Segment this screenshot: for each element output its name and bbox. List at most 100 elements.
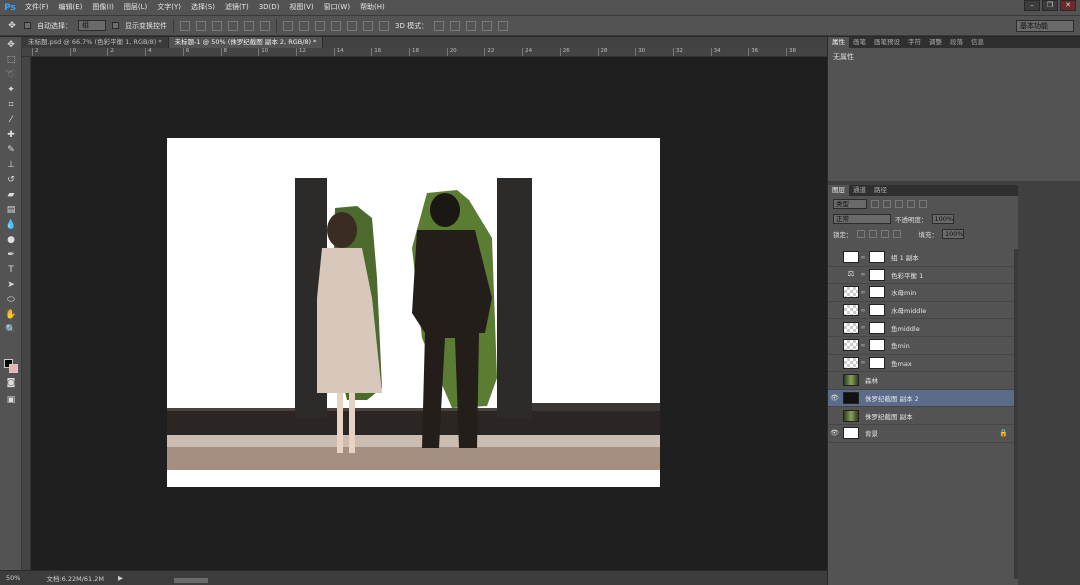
marquee-tool-icon[interactable]: ⬚ bbox=[0, 52, 22, 67]
auto-select-dropdown[interactable]: 组 bbox=[78, 20, 106, 31]
pan-3d-icon[interactable] bbox=[466, 20, 477, 31]
close-button[interactable]: ✕ bbox=[1060, 0, 1076, 11]
layer-row[interactable]: ∞ 水母min bbox=[828, 284, 1014, 302]
layer-thumbnail[interactable]: ⚖ bbox=[843, 269, 859, 281]
menu-item[interactable]: 滤镜(T) bbox=[220, 0, 254, 15]
layer-row[interactable]: 侏罗纪截图 副本 bbox=[828, 407, 1014, 425]
mask-link-icon[interactable]: ∞ bbox=[859, 324, 867, 331]
zoom-tool-icon[interactable]: 🔍 bbox=[0, 322, 22, 337]
doc-size-info[interactable]: 文档:6.22M/61.2M bbox=[46, 573, 104, 583]
distribute-center-icon[interactable] bbox=[347, 20, 357, 31]
layer-row[interactable]: ∞ 水母middle bbox=[828, 301, 1014, 320]
align-right-icon[interactable] bbox=[260, 20, 270, 31]
show-transform-checkbox[interactable] bbox=[112, 22, 119, 29]
panel-tab[interactable]: 字符 bbox=[904, 37, 925, 48]
auto-align-icon[interactable] bbox=[379, 20, 389, 31]
mask-link-icon[interactable]: ∞ bbox=[859, 307, 867, 314]
background-color-swatch[interactable] bbox=[9, 364, 18, 373]
layer-row[interactable]: ∞ 鱼max bbox=[828, 354, 1014, 373]
opacity-field[interactable]: 100% bbox=[931, 213, 954, 224]
auto-select-checkbox[interactable] bbox=[24, 22, 31, 29]
path-select-tool-icon[interactable]: ➤ bbox=[0, 277, 22, 292]
layer-mask-thumbnail[interactable] bbox=[869, 286, 885, 299]
mask-link-icon[interactable]: ∞ bbox=[859, 289, 867, 296]
align-center-icon[interactable] bbox=[244, 20, 254, 31]
menu-item[interactable]: 图像(I) bbox=[87, 0, 119, 15]
filter-type-icon[interactable] bbox=[895, 199, 903, 208]
menu-item[interactable]: 图层(L) bbox=[119, 0, 152, 15]
distribute-middle-icon[interactable] bbox=[299, 20, 309, 31]
menu-item[interactable]: 3D(D) bbox=[254, 0, 285, 15]
fill-field[interactable]: 100% bbox=[942, 228, 964, 239]
layer-mask-thumbnail[interactable] bbox=[869, 356, 885, 369]
move-tool-icon[interactable]: ✥ bbox=[6, 18, 18, 33]
panel-tab[interactable]: 段落 bbox=[946, 37, 967, 48]
panel-tab[interactable]: 路径 bbox=[870, 185, 891, 196]
menu-item[interactable]: 文字(Y) bbox=[152, 0, 186, 15]
hand-tool-icon[interactable]: ✋ bbox=[0, 307, 22, 322]
filter-shape-icon[interactable] bbox=[907, 199, 915, 208]
mask-link-icon[interactable]: ∞ bbox=[859, 254, 867, 261]
layer-row[interactable]: 森林 bbox=[828, 372, 1014, 390]
layer-row[interactable]: 👁 背景 🔒 bbox=[828, 424, 1014, 443]
blend-mode-dropdown[interactable]: 正常 bbox=[833, 213, 891, 224]
lock-transparent-icon[interactable] bbox=[856, 229, 865, 238]
canvas-area[interactable] bbox=[31, 57, 827, 570]
crop-tool-icon[interactable]: ⌗ bbox=[0, 97, 22, 112]
gradient-tool-icon[interactable]: ▤ bbox=[0, 202, 22, 217]
pen-tool-icon[interactable]: ✒ bbox=[0, 247, 22, 262]
move-tool-icon[interactable]: ✥ bbox=[0, 37, 22, 52]
status-arrow-icon[interactable]: ▶ bbox=[118, 574, 123, 582]
panel-tab[interactable]: 通道 bbox=[849, 185, 870, 196]
roll-3d-icon[interactable] bbox=[450, 20, 461, 31]
quick-mask-icon[interactable]: ◙ bbox=[0, 375, 22, 390]
distribute-left-icon[interactable] bbox=[331, 20, 341, 31]
menu-item[interactable]: 窗口(W) bbox=[319, 0, 355, 15]
align-middle-icon[interactable] bbox=[196, 20, 206, 31]
type-tool-icon[interactable]: T bbox=[0, 262, 22, 277]
visibility-eye-icon[interactable]: 👁 bbox=[828, 429, 841, 437]
lock-position-icon[interactable] bbox=[880, 229, 889, 238]
layer-thumbnail[interactable] bbox=[843, 392, 859, 405]
layer-thumbnail[interactable] bbox=[843, 356, 859, 369]
panel-tab[interactable]: 信息 bbox=[967, 37, 988, 48]
document-tab[interactable]: 未标题.psd @ 66.7% (色彩平衡 1, RGB/8) * bbox=[22, 37, 169, 48]
filter-kind-dropdown[interactable]: 类型 bbox=[833, 198, 867, 209]
visibility-eye-icon[interactable]: 👁 bbox=[828, 394, 841, 402]
menu-item[interactable]: 文件(F) bbox=[20, 0, 54, 15]
distribute-right-icon[interactable] bbox=[363, 20, 373, 31]
filter-smart-icon[interactable] bbox=[919, 199, 927, 208]
menu-item[interactable]: 编辑(E) bbox=[54, 0, 88, 15]
horizontal-scrollbar[interactable] bbox=[174, 578, 208, 583]
layers-scrollbar[interactable] bbox=[1014, 249, 1018, 579]
panel-tab[interactable]: 画笔预设 bbox=[870, 37, 904, 48]
scale-3d-icon[interactable] bbox=[498, 20, 509, 31]
slide-3d-icon[interactable] bbox=[482, 20, 493, 31]
lock-pixels-icon[interactable] bbox=[868, 229, 877, 238]
align-top-icon[interactable] bbox=[180, 20, 190, 31]
eyedropper-tool-icon[interactable]: ⁄ bbox=[0, 112, 22, 127]
mask-link-icon[interactable]: ∞ bbox=[859, 359, 867, 366]
layer-row[interactable]: ∞ 组 1 副本 bbox=[828, 249, 1014, 267]
screen-mode-icon[interactable]: ▣ bbox=[0, 392, 22, 407]
layer-thumbnail[interactable] bbox=[843, 286, 859, 299]
layer-mask-thumbnail[interactable] bbox=[869, 268, 885, 281]
zoom-level[interactable]: 50% bbox=[6, 574, 20, 582]
distribute-bottom-icon[interactable] bbox=[315, 20, 325, 31]
align-bottom-icon[interactable] bbox=[212, 20, 222, 31]
document-tab[interactable]: 未标题-1 @ 50% (侏罗纪截图 副本 2, RGB/8) * bbox=[168, 37, 324, 48]
brush-tool-icon[interactable]: ✎ bbox=[0, 142, 22, 157]
healing-brush-tool-icon[interactable]: ✚ bbox=[0, 127, 22, 142]
layer-mask-thumbnail[interactable] bbox=[869, 304, 885, 317]
dodge-tool-icon[interactable]: ● bbox=[0, 232, 22, 247]
distribute-top-icon[interactable] bbox=[283, 20, 293, 31]
layer-row[interactable]: ∞ 鱼middle bbox=[828, 319, 1014, 337]
minimize-button[interactable]: – bbox=[1024, 0, 1040, 11]
mask-link-icon[interactable]: ∞ bbox=[859, 342, 867, 349]
filter-adjust-icon[interactable] bbox=[883, 199, 891, 208]
filter-pixel-icon[interactable] bbox=[871, 199, 879, 208]
layer-thumbnail[interactable] bbox=[843, 304, 859, 317]
panel-tab[interactable]: 属性 bbox=[828, 37, 849, 48]
layer-thumbnail[interactable] bbox=[843, 409, 859, 422]
document-canvas[interactable] bbox=[167, 138, 660, 487]
